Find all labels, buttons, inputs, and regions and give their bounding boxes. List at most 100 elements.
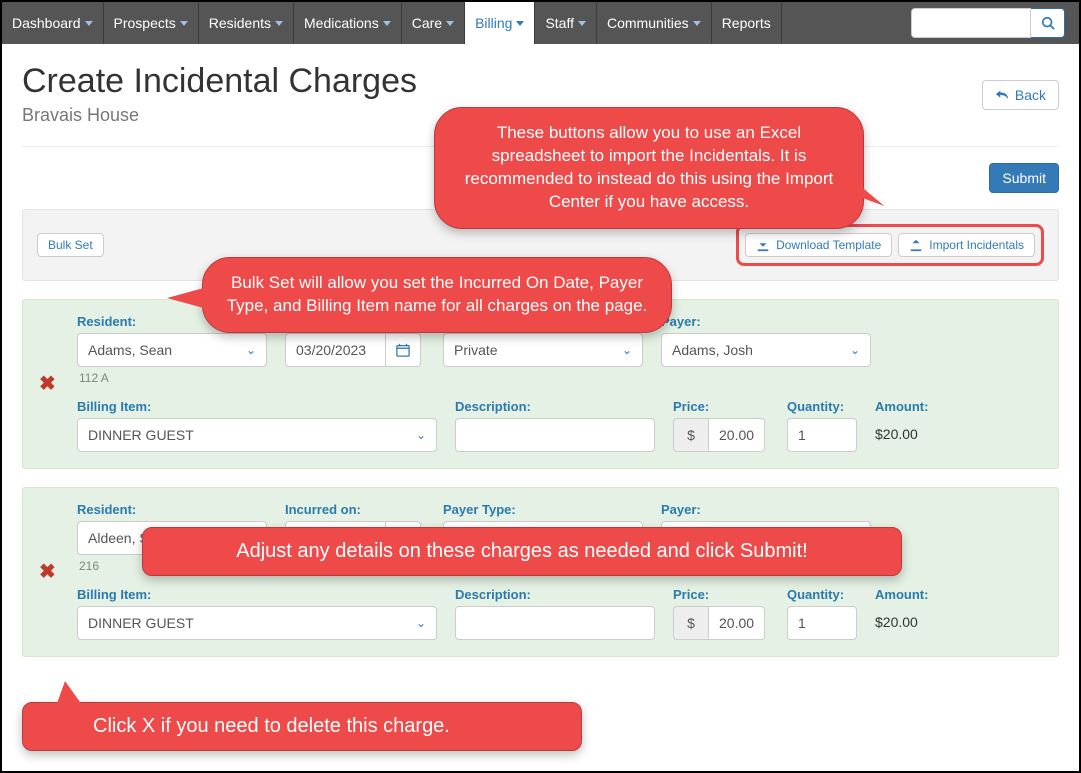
nav-label: Prospects — [114, 15, 176, 31]
chevron-down-icon — [693, 21, 701, 26]
price-label: Price: — [673, 587, 769, 602]
chevron-down-icon — [516, 21, 524, 26]
download-icon — [756, 238, 770, 252]
price-input-group: $ 20.00 — [673, 418, 769, 452]
chevron-down-icon — [383, 21, 391, 26]
nav-care[interactable]: Care — [402, 2, 465, 44]
payer-label: Payer: — [661, 314, 871, 329]
annotation-text: Bulk Set will allow you set the Incurred… — [227, 273, 648, 315]
nav-label: Billing — [475, 15, 512, 31]
price-input-group: $ 20.00 — [673, 606, 769, 640]
description-input[interactable] — [455, 418, 655, 452]
import-incidentals-button[interactable]: Import Incidentals — [898, 233, 1035, 257]
payer-select[interactable]: Adams, Josh⌄ — [661, 333, 871, 367]
nav-label: Staff — [545, 15, 574, 31]
submit-label: Submit — [1002, 170, 1046, 186]
billing-item-select[interactable]: DINNER GUEST ⌄ — [77, 418, 437, 452]
calendar-icon — [396, 343, 410, 357]
currency-addon: $ — [673, 606, 709, 640]
nav-reports[interactable]: Reports — [712, 2, 782, 44]
resident-label: Resident: — [77, 502, 267, 517]
nav-staff[interactable]: Staff — [535, 2, 597, 44]
download-template-button[interactable]: Download Template — [745, 233, 892, 257]
back-label: Back — [1015, 87, 1046, 103]
nav-label: Care — [412, 15, 442, 31]
nav-residents[interactable]: Residents — [199, 2, 294, 44]
callout-tail-icon — [55, 681, 85, 709]
delete-charge-button[interactable]: ✖ — [39, 371, 56, 396]
incurred-on-input[interactable]: 03/20/2023 — [285, 333, 385, 367]
incurred-on-input-group: 03/20/2023 — [285, 333, 425, 367]
chevron-down-icon: ⌄ — [416, 428, 426, 442]
nav-prospects[interactable]: Prospects — [104, 2, 199, 44]
payer-type-label: Payer Type: — [443, 502, 643, 517]
billing-item-label: Billing Item: — [77, 399, 437, 414]
billing-item-value: DINNER GUEST — [88, 615, 194, 631]
incurred-on-value: 03/20/2023 — [296, 342, 366, 358]
payer-type-value: Private — [454, 342, 498, 358]
quantity-label: Quantity: — [787, 399, 857, 414]
annotation-text: These buttons allow you to use an Excel … — [465, 123, 834, 211]
quantity-input[interactable]: 1 — [787, 606, 857, 640]
nav-label: Medications — [304, 15, 379, 31]
amount-value: $20.00 — [875, 418, 955, 442]
payer-type-select[interactable]: Private ⌄ — [443, 333, 643, 367]
chevron-down-icon: ⌄ — [622, 343, 632, 357]
submit-button[interactable]: Submit — [989, 163, 1059, 193]
description-label: Description: — [455, 399, 655, 414]
page-title: Create Incidental Charges — [22, 62, 417, 101]
quantity-value: 1 — [798, 615, 806, 631]
annotation-callout: Click X if you need to delete this charg… — [22, 702, 582, 751]
search-button[interactable] — [1031, 8, 1065, 38]
currency-symbol: $ — [687, 615, 695, 631]
billing-item-label: Billing Item: — [77, 587, 437, 602]
chevron-down-icon — [578, 21, 586, 26]
quantity-value: 1 — [798, 427, 806, 443]
nav-label: Reports — [722, 15, 771, 31]
currency-symbol: $ — [687, 427, 695, 443]
annotation-callout: These buttons allow you to use an Excel … — [434, 107, 864, 229]
price-input[interactable]: 20.00 — [709, 606, 765, 640]
incurred-on-label: Incurred on: — [285, 502, 425, 517]
bulk-set-button[interactable]: Bulk Set — [37, 233, 104, 257]
download-label: Download Template — [776, 238, 881, 252]
price-input[interactable]: 20.00 — [709, 418, 765, 452]
nav-medications[interactable]: Medications — [294, 2, 402, 44]
nav-label: Communities — [607, 15, 689, 31]
annotation-callout: Bulk Set will allow you set the Incurred… — [202, 257, 672, 333]
quantity-input[interactable]: 1 — [787, 418, 857, 452]
billing-item-select[interactable]: DINNER GUEST⌄ — [77, 606, 437, 640]
search-icon — [1041, 16, 1055, 30]
calendar-button[interactable] — [385, 333, 421, 367]
chevron-down-icon — [446, 21, 454, 26]
price-label: Price: — [673, 399, 769, 414]
upload-icon — [909, 238, 923, 252]
callout-tail-icon — [167, 286, 211, 310]
nav-search — [905, 2, 1071, 44]
search-input[interactable] — [911, 8, 1031, 38]
chevron-down-icon — [85, 21, 93, 26]
nav-billing[interactable]: Billing — [465, 2, 535, 44]
chevron-down-icon — [180, 21, 188, 26]
amount-label: Amount: — [875, 587, 955, 602]
payer-value: Adams, Josh — [672, 342, 753, 358]
currency-addon: $ — [673, 418, 709, 452]
room-number: 112 A — [77, 371, 267, 385]
top-navbar: Dashboard Prospects Residents Medication… — [2, 2, 1079, 44]
amount-value: $20.00 — [875, 606, 955, 630]
import-label: Import Incidentals — [929, 238, 1024, 252]
reply-icon — [995, 88, 1009, 102]
resident-select[interactable]: Adams, Sean⌄ — [77, 333, 267, 367]
resident-value: Adams, Sean — [88, 342, 172, 358]
delete-charge-button[interactable]: ✖ — [39, 559, 56, 584]
annotation-text: Click X if you need to delete this charg… — [93, 715, 450, 737]
nav-dashboard[interactable]: Dashboard — [2, 2, 104, 44]
nav-label: Dashboard — [12, 15, 81, 31]
nav-communities[interactable]: Communities — [597, 2, 712, 44]
description-input[interactable] — [455, 606, 655, 640]
back-button[interactable]: Back — [982, 80, 1059, 110]
payer-label: Payer: — [661, 502, 871, 517]
description-label: Description: — [455, 587, 655, 602]
billing-item-value: DINNER GUEST — [88, 427, 194, 443]
quantity-label: Quantity: — [787, 587, 857, 602]
